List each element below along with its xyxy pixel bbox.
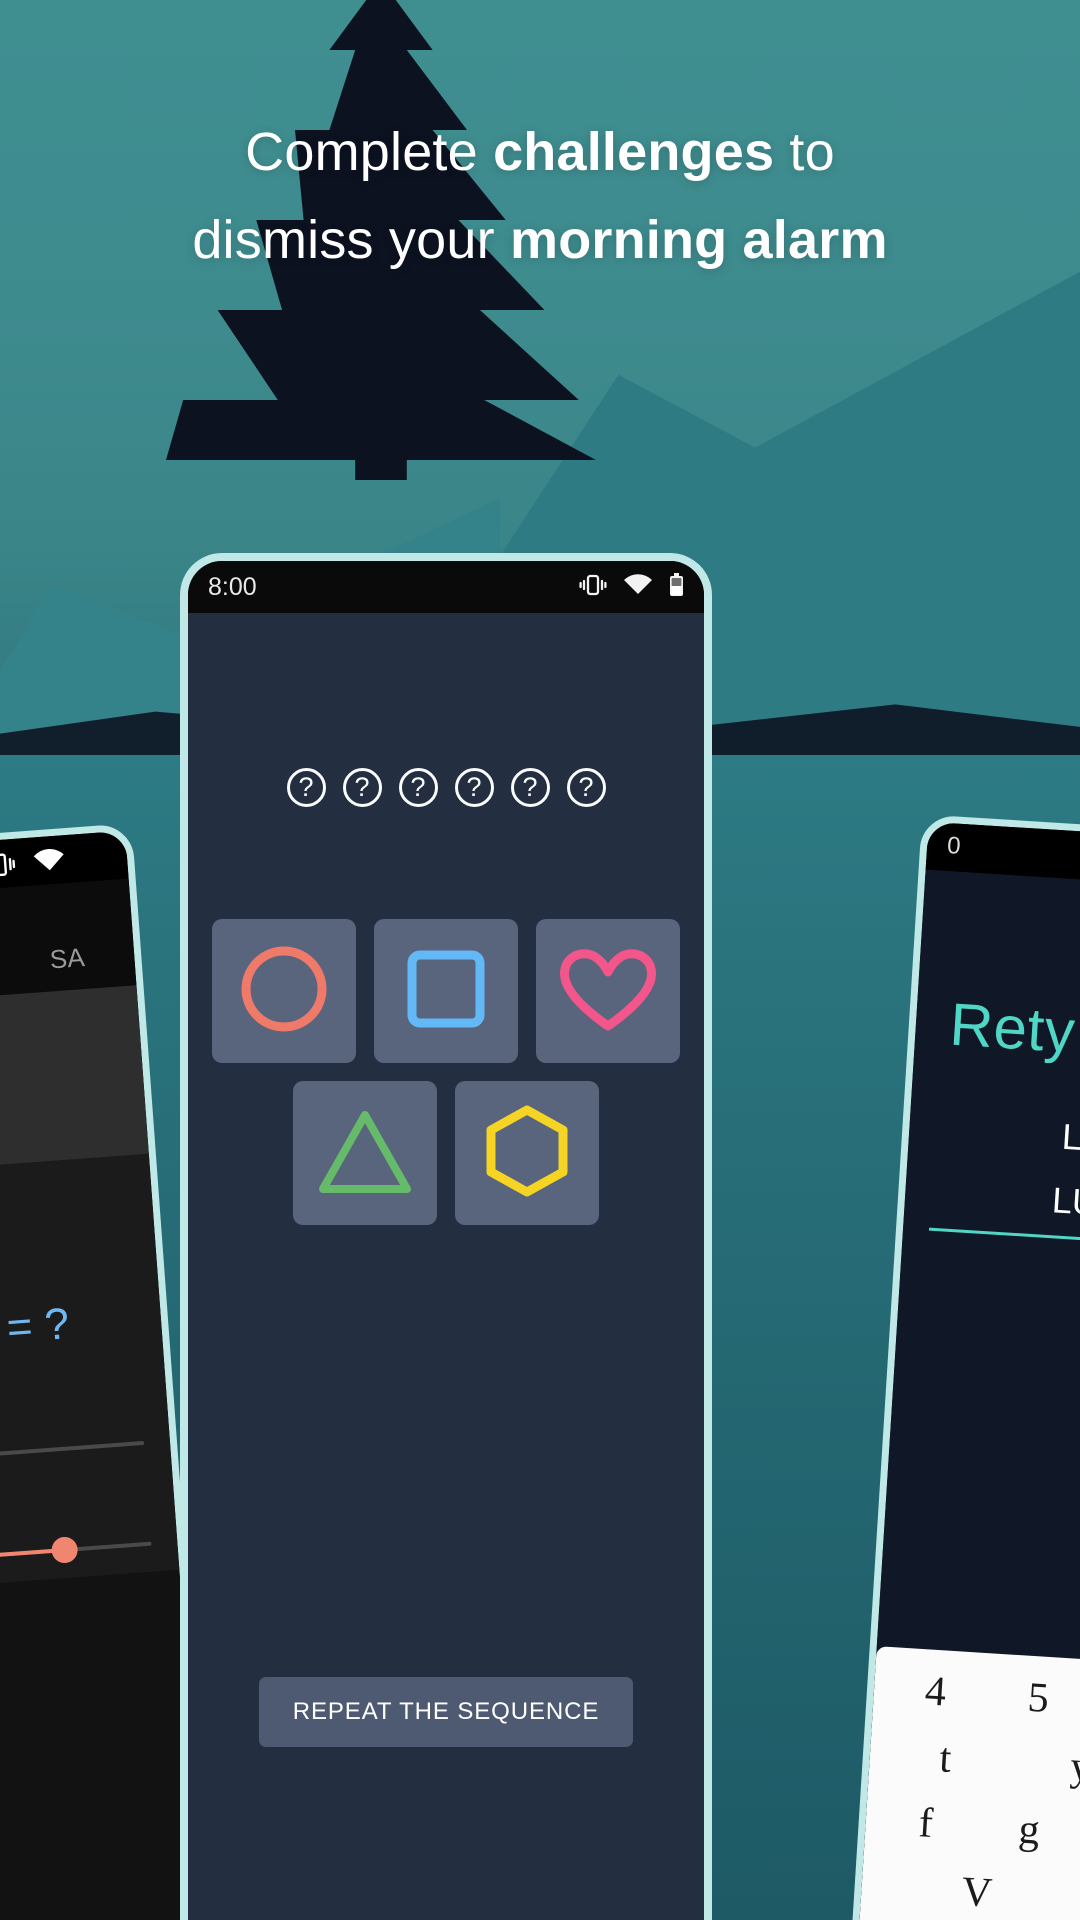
right-phone-title: Rety bbox=[947, 990, 1078, 1066]
sequence-slot: ? bbox=[286, 768, 326, 807]
key-5[interactable]: 5 bbox=[1026, 1674, 1050, 1723]
center-phone-screen: 8:00 ? ? ? ? ? ? REPEAT THE SEQUENCE bbox=[188, 561, 704, 1920]
repeat-sequence-button[interactable]: REPEAT THE SEQUENCE bbox=[258, 1677, 634, 1747]
shape-row-2 bbox=[212, 1081, 680, 1225]
right-phone-text-input[interactable]: LUbaqhr bbox=[928, 1171, 1080, 1255]
square-icon bbox=[399, 942, 493, 1041]
circle-icon bbox=[237, 942, 331, 1041]
headline-line-1: Complete challenges to bbox=[0, 108, 1080, 196]
vibrate-icon bbox=[0, 851, 17, 884]
right-phone-clock: 0 bbox=[946, 831, 962, 860]
headline-line-2: dismiss your morning alarm bbox=[0, 196, 1080, 284]
weekday-dot bbox=[50, 904, 78, 932]
sequence-slot: ? bbox=[454, 768, 494, 807]
status-system-icons bbox=[579, 572, 684, 602]
headline-l1-pre: Complete bbox=[245, 122, 494, 182]
shape-grid bbox=[212, 919, 680, 1243]
status-bar: 8:00 bbox=[188, 561, 704, 613]
headline-l1-bold: challenges bbox=[493, 122, 775, 182]
wifi-icon bbox=[32, 847, 66, 878]
key-v[interactable]: V bbox=[960, 1868, 993, 1918]
shape-tile-heart[interactable] bbox=[536, 919, 680, 1063]
sequence-slot: ? bbox=[342, 768, 382, 807]
shape-tile-triangle[interactable] bbox=[293, 1081, 437, 1225]
weekday-label: SA bbox=[48, 942, 86, 975]
section-title: ems bbox=[0, 1182, 128, 1252]
battery-icon bbox=[669, 572, 684, 602]
heart-icon bbox=[557, 942, 659, 1041]
sequence-slot: ? bbox=[510, 768, 550, 807]
shape-tile-circle[interactable] bbox=[212, 919, 356, 1063]
status-clock: 8:00 bbox=[208, 572, 257, 601]
challenge-content: ? ? ? ? ? ? REPEAT THE SEQUENCE bbox=[188, 613, 704, 1920]
slider-thumb[interactable] bbox=[50, 1536, 79, 1564]
slider-label-equations: nber of Equations: 2 bbox=[0, 1384, 142, 1443]
slider-difficulty[interactable] bbox=[0, 1536, 152, 1574]
headline-l2-bold: morning alarm bbox=[509, 210, 888, 270]
weekday-sa: SA bbox=[46, 904, 86, 975]
equation-equals: = bbox=[5, 1301, 35, 1353]
keyboard-row-vb: V b bbox=[860, 1844, 1080, 1920]
key-t[interactable]: t bbox=[938, 1734, 953, 1783]
key-f[interactable]: f bbox=[917, 1799, 934, 1848]
right-phone-keyboard[interactable]: 4 5 6 7 t y u f g h j V b bbox=[855, 1646, 1080, 1920]
shape-tile-hexagon[interactable] bbox=[455, 1081, 599, 1225]
equation-preview: * 10 + 31 = ? bbox=[0, 1294, 137, 1372]
headline-l1-post: to bbox=[774, 122, 835, 182]
sequence-slot-row: ? ? ? ? ? ? bbox=[286, 768, 606, 807]
left-phone-settings-section: ems Preview * 10 + 31 = ? nber of Equati… bbox=[0, 1153, 180, 1602]
key-g[interactable]: g bbox=[1017, 1805, 1041, 1854]
hexagon-icon bbox=[480, 1102, 574, 1205]
right-phone-target-word: LUbaqh bbox=[1060, 1115, 1080, 1165]
repeat-button-wrap: REPEAT THE SEQUENCE bbox=[258, 1677, 634, 1747]
key-y[interactable]: y bbox=[1069, 1743, 1080, 1792]
center-phone: 8:00 ? ? ? ? ? ? REPEAT THE SEQUENCE bbox=[180, 553, 712, 1920]
key-4[interactable]: 4 bbox=[924, 1667, 948, 1716]
equation-question: ? bbox=[42, 1299, 71, 1350]
slider-label-difficulty: fficulty: Hard bbox=[0, 1485, 149, 1544]
vibrate-icon bbox=[579, 573, 607, 602]
page-title: Complete challenges to dismiss your morn… bbox=[0, 108, 1080, 284]
headline-l2-pre: dismiss your bbox=[192, 210, 510, 270]
sequence-slot: ? bbox=[566, 768, 606, 807]
shape-row-1 bbox=[212, 919, 680, 1063]
wifi-icon bbox=[623, 573, 653, 601]
triangle-icon bbox=[315, 1105, 415, 1202]
sequence-slot: ? bbox=[398, 768, 438, 807]
shape-tile-square[interactable] bbox=[374, 919, 518, 1063]
slider-equations[interactable] bbox=[0, 1440, 145, 1474]
